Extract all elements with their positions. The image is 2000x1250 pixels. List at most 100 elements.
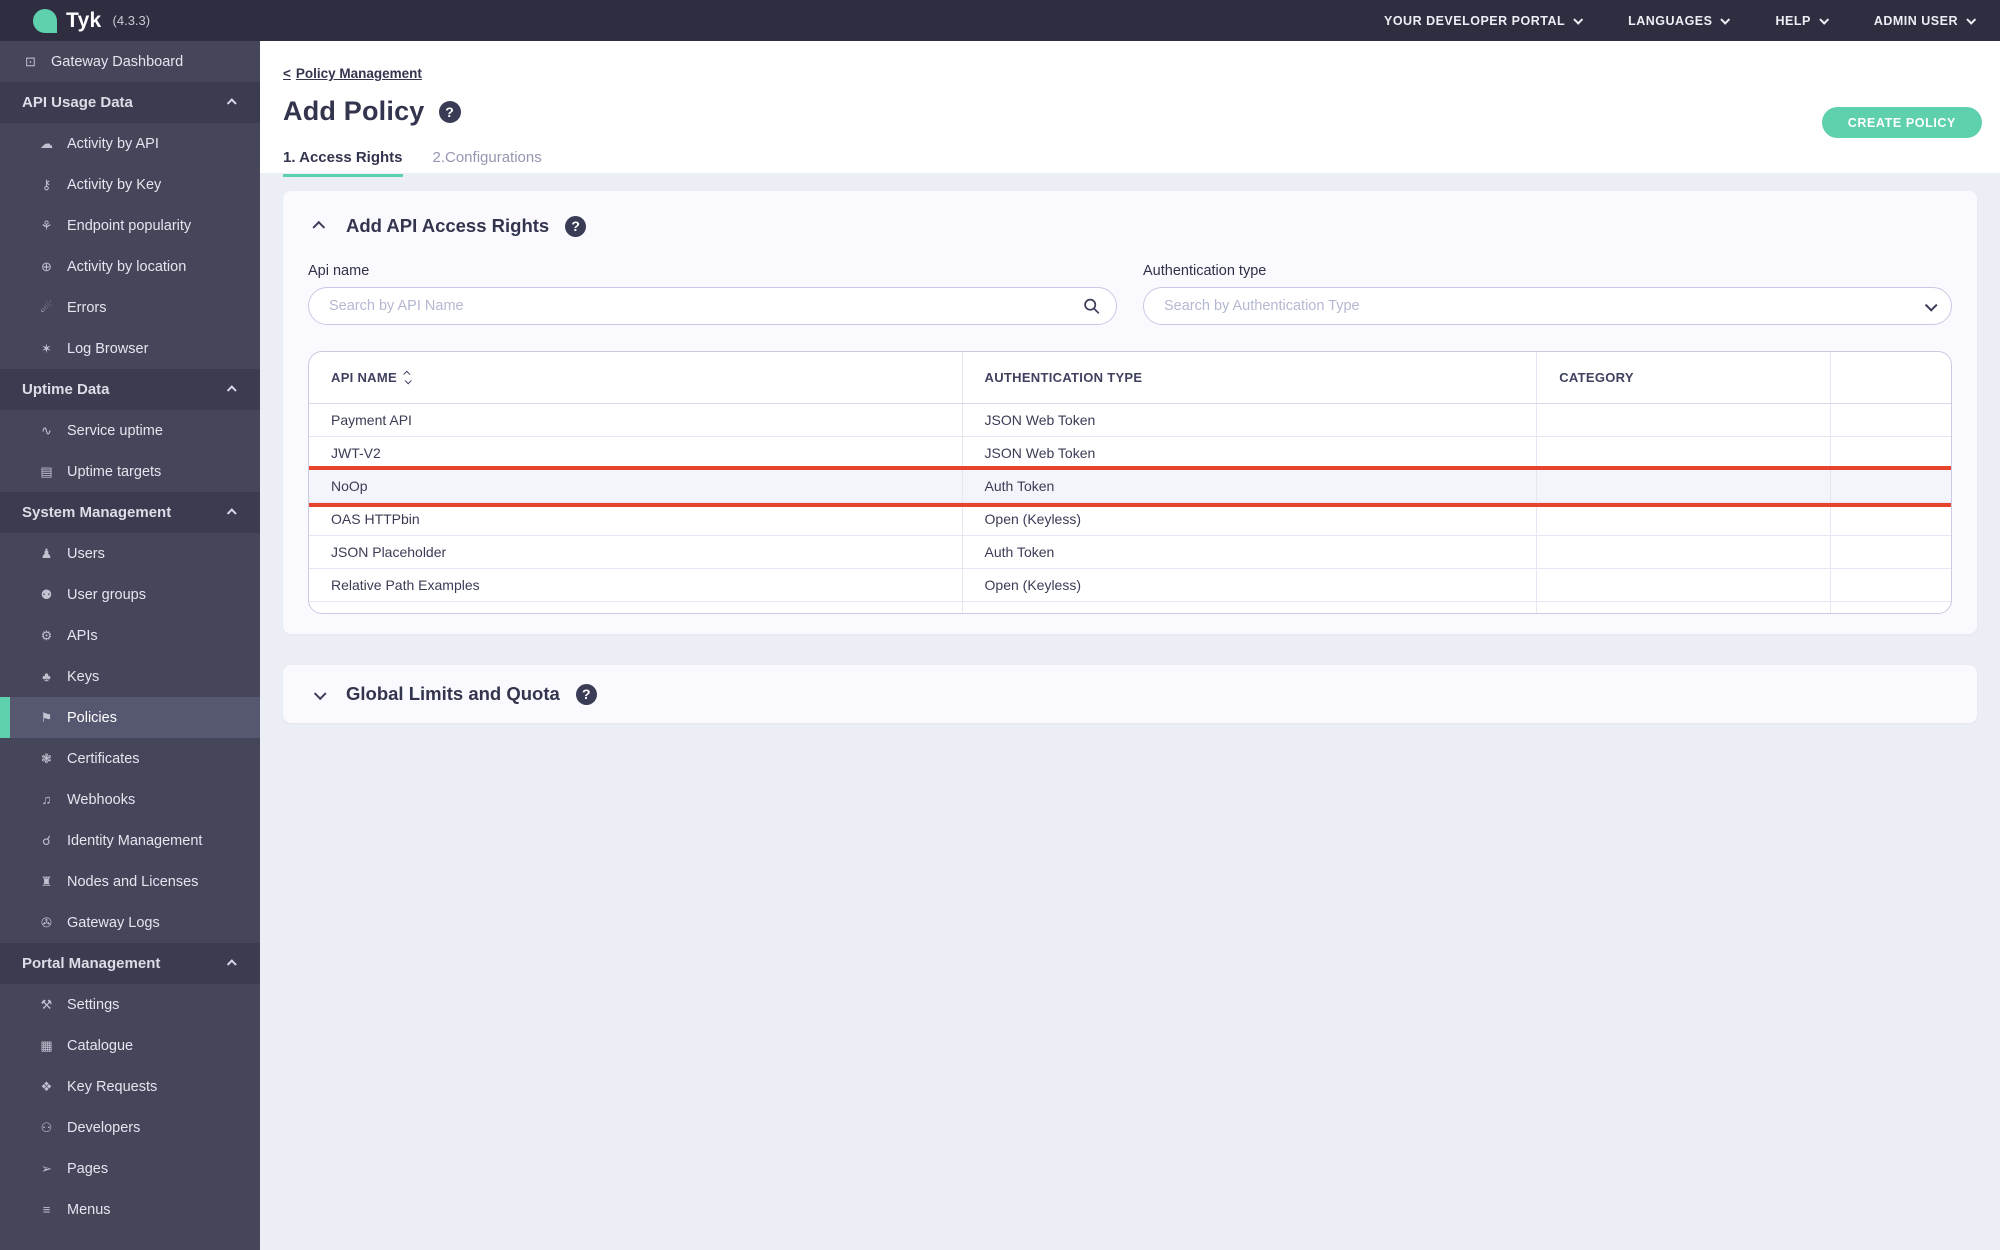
sidebar-item-label: Activity by location: [67, 258, 187, 275]
cell-auth-type: Auth Token: [963, 536, 1538, 568]
sidebar-item-label: Key Requests: [67, 1078, 158, 1095]
sidebar-item-gateway-dashboard[interactable]: ⊡ Gateway Dashboard: [0, 41, 260, 82]
api-name-search-input[interactable]: [329, 298, 1072, 314]
wave-icon: ∿: [41, 422, 52, 438]
sidebar-item-gateway-logs[interactable]: ✇ Gateway Logs: [0, 902, 260, 943]
sidebar-item-policies[interactable]: ⚑ Policies: [0, 697, 260, 738]
sidebar-section-api-usage-data[interactable]: API Usage Data: [0, 82, 260, 123]
brand-name: Tyk: [66, 8, 102, 32]
cell-category: [1537, 569, 1832, 601]
search-icon: [1083, 298, 1100, 315]
sidebar-item-log-browser[interactable]: ✶ Log Browser: [0, 328, 260, 369]
column-auth-type: AUTHENTICATION TYPE: [963, 352, 1538, 403]
sidebar-item-label: Keys: [67, 668, 100, 685]
sidebar: ⊡ Gateway Dashboard API Usage Data ☁ Act…: [0, 41, 260, 1250]
sidebar-item-label: Settings: [67, 996, 120, 1013]
expand-button[interactable]: [308, 686, 330, 700]
top-nav: YOUR DEVELOPER PORTAL LANGUAGES HELP ADM…: [1384, 14, 1977, 28]
list-icon: ▤: [40, 463, 53, 479]
page-header: < Policy Management Add Policy ? CREATE …: [260, 41, 2000, 177]
table-row-json-placeholder[interactable]: JSON Placeholder Auth Token: [309, 536, 1951, 569]
cell-auth-type: Open (Keyless): [963, 503, 1538, 535]
breadcrumb-label: Policy Management: [295, 66, 422, 81]
sidebar-item-keys[interactable]: ♣ Keys: [0, 656, 260, 697]
table-row-noop-highlighted[interactable]: NoOp Auth Token: [309, 470, 1951, 503]
cell-empty: [1831, 503, 1951, 535]
sidebar-item-menus[interactable]: ≡ Menus: [0, 1189, 260, 1230]
help-icon[interactable]: ?: [438, 100, 461, 123]
nodes-icon: ♣: [42, 669, 51, 684]
chevron-up-icon: [226, 508, 237, 519]
breadcrumb[interactable]: < Policy Management: [283, 66, 422, 81]
sidebar-item-service-uptime[interactable]: ∿ Service uptime: [0, 410, 260, 451]
sidebar-item-certificates[interactable]: ❃ Certificates: [0, 738, 260, 779]
sidebar-section-system-management[interactable]: System Management: [0, 492, 260, 533]
sidebar-item-label: Catalogue: [67, 1037, 134, 1054]
sidebar-item-uptime-targets[interactable]: ▤ Uptime targets: [0, 451, 260, 492]
tyk-logo[interactable]: Tyk (4.3.3): [33, 8, 151, 33]
sidebar-item-developers[interactable]: ⚇ Developers: [0, 1107, 260, 1148]
table-row-payment-api[interactable]: Payment API JSON Web Token: [309, 404, 1951, 437]
section-label: Portal Management: [22, 955, 161, 972]
table-row-rectified-posts[interactable]: Rectified Posts Open (Keyless): [309, 602, 1951, 613]
bell-icon: ♫: [41, 792, 52, 807]
sidebar-item-label: Pages: [67, 1160, 109, 1177]
nav-admin-user[interactable]: ADMIN USER: [1874, 14, 1977, 28]
cell-empty: [1831, 569, 1951, 601]
collapse-button[interactable]: [308, 220, 330, 234]
cell-api-name: Relative Path Examples: [309, 569, 963, 601]
sidebar-section-portal-management[interactable]: Portal Management: [0, 943, 260, 984]
sidebar-item-key-requests[interactable]: ❖ Key Requests: [0, 1066, 260, 1107]
cell-auth-type: Auth Token: [963, 470, 1538, 502]
sidebar-item-label: Endpoint popularity: [67, 217, 192, 234]
sidebar-item-label: Identity Management: [67, 832, 203, 849]
chevron-down-icon: [1966, 14, 1977, 25]
column-api-name[interactable]: API NAME: [309, 352, 963, 403]
auth-type-select[interactable]: Search by Authentication Type: [1143, 287, 1952, 325]
sidebar-item-identity-management[interactable]: ☌ Identity Management: [0, 820, 260, 861]
sidebar-item-catalogue[interactable]: ▦ Catalogue: [0, 1025, 260, 1066]
help-icon[interactable]: ?: [575, 683, 597, 705]
chevron-up-icon: [226, 385, 237, 396]
sidebar-item-apis[interactable]: ⚙ APIs: [0, 615, 260, 656]
nav-developer-portal[interactable]: YOUR DEVELOPER PORTAL: [1384, 14, 1584, 28]
sidebar-item-errors[interactable]: ☄ Errors: [0, 287, 260, 328]
api-name-search-field[interactable]: [308, 287, 1117, 325]
nav-languages[interactable]: LANGUAGES: [1628, 14, 1731, 28]
tab-configurations[interactable]: 2.Configurations: [433, 149, 542, 177]
sidebar-item-webhooks[interactable]: ♫ Webhooks: [0, 779, 260, 820]
cell-empty: [1831, 437, 1951, 469]
tab-access-rights[interactable]: 1. Access Rights: [283, 149, 403, 177]
cell-api-name: Rectified Posts: [309, 602, 963, 613]
sidebar-item-pages[interactable]: ➢ Pages: [0, 1148, 260, 1189]
section-label: API Usage Data: [22, 94, 133, 111]
sidebar-item-label: Certificates: [67, 750, 140, 767]
sidebar-section-uptime-data[interactable]: Uptime Data: [0, 369, 260, 410]
sidebar-item-activity-by-key[interactable]: ⚷ Activity by Key: [0, 164, 260, 205]
sort-icon[interactable]: [403, 370, 412, 385]
sidebar-item-activity-by-location[interactable]: ⊕ Activity by location: [0, 246, 260, 287]
table-row-oas-httpbin[interactable]: OAS HTTPbin Open (Keyless): [309, 503, 1951, 536]
key-icon: ⚷: [41, 176, 52, 192]
nav-help[interactable]: HELP: [1775, 14, 1829, 28]
sidebar-item-endpoint-popularity[interactable]: ⚘ Endpoint popularity: [0, 205, 260, 246]
pages-icon: ➢: [41, 1160, 52, 1176]
chevron-down-icon: [1819, 14, 1829, 25]
global-limits-card: Global Limits and Quota ?: [283, 665, 1977, 723]
sidebar-item-nodes-and-licenses[interactable]: ♜ Nodes and Licenses: [0, 861, 260, 902]
sidebar-item-user-groups[interactable]: ⚉ User groups: [0, 574, 260, 615]
sidebar-item-users[interactable]: ♟ Users: [0, 533, 260, 574]
sidebar-item-settings[interactable]: ⚒ Settings: [0, 984, 260, 1025]
help-icon[interactable]: ?: [565, 215, 587, 237]
cell-empty: [1831, 536, 1951, 568]
create-policy-button[interactable]: CREATE POLICY: [1821, 107, 1982, 138]
bomb-icon: ☄: [40, 299, 53, 315]
cell-auth-type: Open (Keyless): [963, 569, 1538, 601]
version-label: (4.3.3): [112, 13, 151, 28]
table-row-relative-path-examples[interactable]: Relative Path Examples Open (Keyless): [309, 569, 1951, 602]
sidebar-item-label: Log Browser: [67, 340, 149, 357]
tyk-leaf-icon: [33, 8, 57, 33]
table-row-jwt-v2[interactable]: JWT-V2 JSON Web Token: [309, 437, 1951, 470]
sidebar-item-activity-by-api[interactable]: ☁ Activity by API: [0, 123, 260, 164]
sidebar-item-label: Gateway Logs: [67, 914, 160, 931]
